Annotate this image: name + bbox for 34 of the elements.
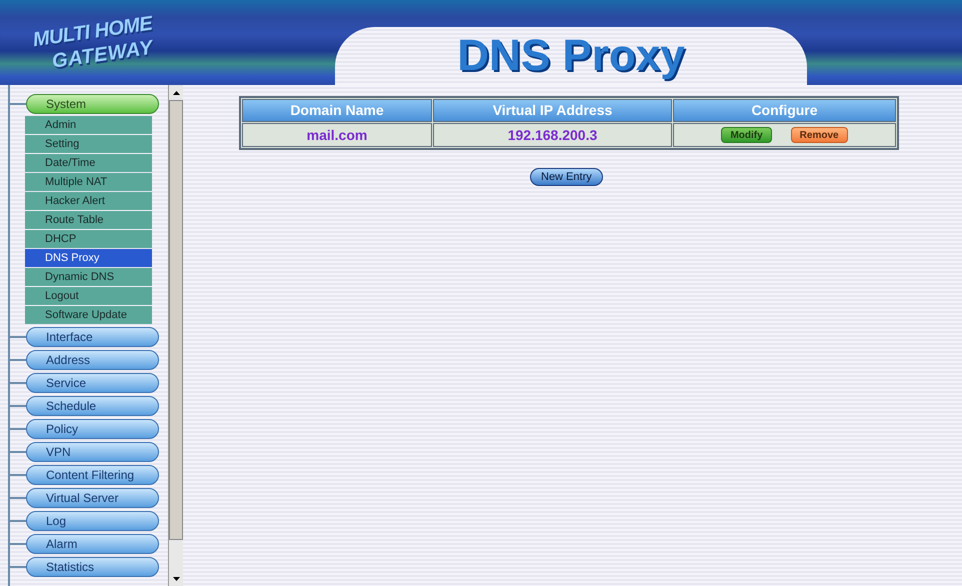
scrollbar[interactable] — [168, 85, 183, 586]
menu-item[interactable]: Statistics — [26, 557, 159, 577]
submenu-item[interactable]: Hacker Alert — [25, 192, 152, 210]
menu-item[interactable]: Log — [26, 511, 159, 531]
page-title: DNS Proxy — [457, 34, 685, 78]
modify-button[interactable]: Modify — [721, 127, 772, 143]
table-cell: mail.com — [242, 123, 432, 147]
column-header: Configure — [673, 99, 896, 122]
submenu-item[interactable]: Logout — [25, 287, 152, 305]
column-header: Virtual IP Address — [433, 99, 672, 122]
menu-item[interactable]: Policy — [26, 419, 159, 439]
submenu-item[interactable]: Route Table — [25, 211, 152, 229]
menu-item[interactable]: Content Filtering — [26, 465, 159, 485]
menu-item[interactable]: Alarm — [26, 534, 159, 554]
scrollbar-thumb[interactable] — [169, 100, 183, 540]
submenu-item[interactable]: Setting — [25, 135, 152, 153]
submenu-item[interactable]: Multiple NAT — [25, 173, 152, 191]
menu-item[interactable]: Service — [26, 373, 159, 393]
remove-button[interactable]: Remove — [790, 127, 848, 143]
menu-item[interactable]: Interface — [26, 327, 159, 347]
submenu-item[interactable]: DHCP — [25, 230, 152, 248]
menu-item[interactable]: Schedule — [26, 396, 159, 416]
new-entry-button[interactable]: New Entry — [530, 168, 603, 186]
menu-item[interactable]: VPN — [26, 442, 159, 462]
submenu-item[interactable]: Dynamic DNS — [25, 268, 152, 286]
submenu-item[interactable]: Admin — [25, 116, 152, 134]
submenu-item[interactable]: Date/Time — [25, 154, 152, 172]
menu-item[interactable]: Virtual Server — [26, 488, 159, 508]
submenu-item[interactable]: DNS Proxy — [25, 249, 152, 267]
column-header: Domain Name — [242, 99, 432, 122]
submenu-item[interactable]: Software Update — [25, 306, 152, 324]
menu-item[interactable]: System — [26, 94, 159, 114]
table-cell: 192.168.200.3 — [433, 123, 672, 147]
menu-item[interactable]: Address — [26, 350, 159, 370]
